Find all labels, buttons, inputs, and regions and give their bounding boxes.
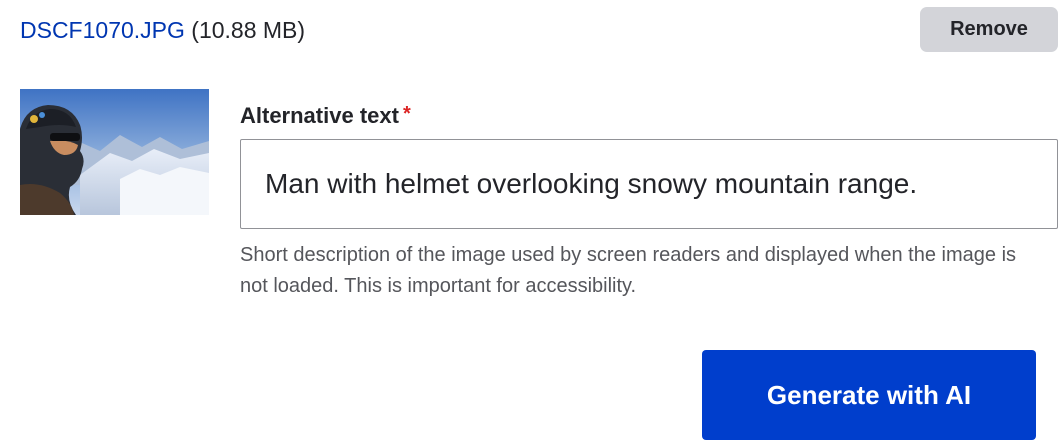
alt-text-label-text: Alternative text — [240, 103, 399, 128]
alt-text-label: Alternative text * — [240, 101, 411, 131]
required-marker: * — [402, 103, 411, 125]
file-name-link[interactable]: DSCF1070.JPG — [20, 17, 185, 43]
alt-text-help: Short description of the image used by s… — [240, 244, 1017, 297]
file-info: DSCF1070.JPG (10.88 MB) — [20, 14, 305, 46]
remove-button[interactable]: Remove — [920, 7, 1058, 52]
image-thumbnail — [20, 89, 209, 215]
generate-with-ai-button[interactable]: Generate with AI — [702, 350, 1036, 440]
file-size: (10.88 MB) — [191, 17, 306, 43]
alt-text-input[interactable] — [240, 139, 1058, 229]
